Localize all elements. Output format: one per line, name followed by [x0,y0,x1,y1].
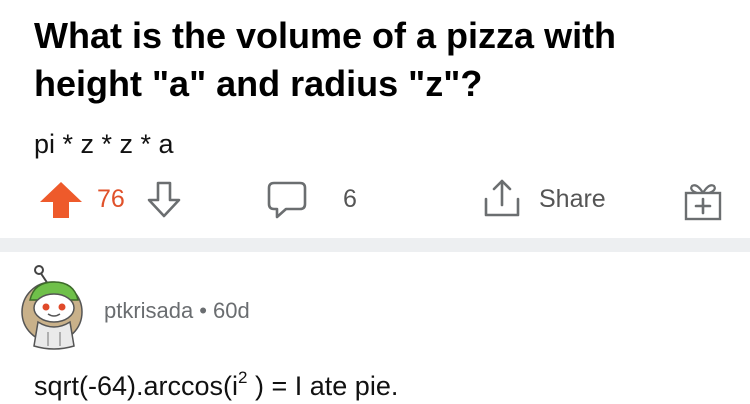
comment-body: sqrt(-64).arccos(i2 ) = I ate pie. [34,362,398,404]
comment-age: 60d [212,298,250,323]
share-label[interactable]: Share [539,185,606,214]
comment-text-superscript: 2 [238,368,248,387]
comment-meta: ptkrisada • 60d [104,298,250,324]
downvote-arrow-icon [147,181,181,218]
vote-score: 76 [97,185,125,213]
post-action-bar: 76 6 Share [0,172,750,228]
comment-text-before: sqrt(-64).arccos(i [34,371,239,401]
meta-separator: • [199,298,207,323]
share-icon [484,179,520,217]
post-title[interactable]: What is the volume of a pizza with heigh… [34,12,724,108]
comment-count: 6 [343,185,357,213]
downvote-button[interactable] [146,181,182,219]
share-button[interactable] [482,177,522,219]
comments-button[interactable] [266,180,308,220]
user-avatar[interactable] [18,262,96,354]
snoo-avatar-icon [21,265,83,350]
gift-icon [684,184,722,221]
upvote-arrow-icon [40,182,82,218]
comment-bubble-icon [267,181,307,219]
section-divider [0,238,750,252]
award-button[interactable] [683,179,723,221]
post-body: pi * z * z * a [34,129,174,159]
comment-text-after: ) = I ate pie. [247,371,399,401]
upvote-button[interactable] [38,181,84,219]
comment-author[interactable]: ptkrisada [104,298,193,323]
